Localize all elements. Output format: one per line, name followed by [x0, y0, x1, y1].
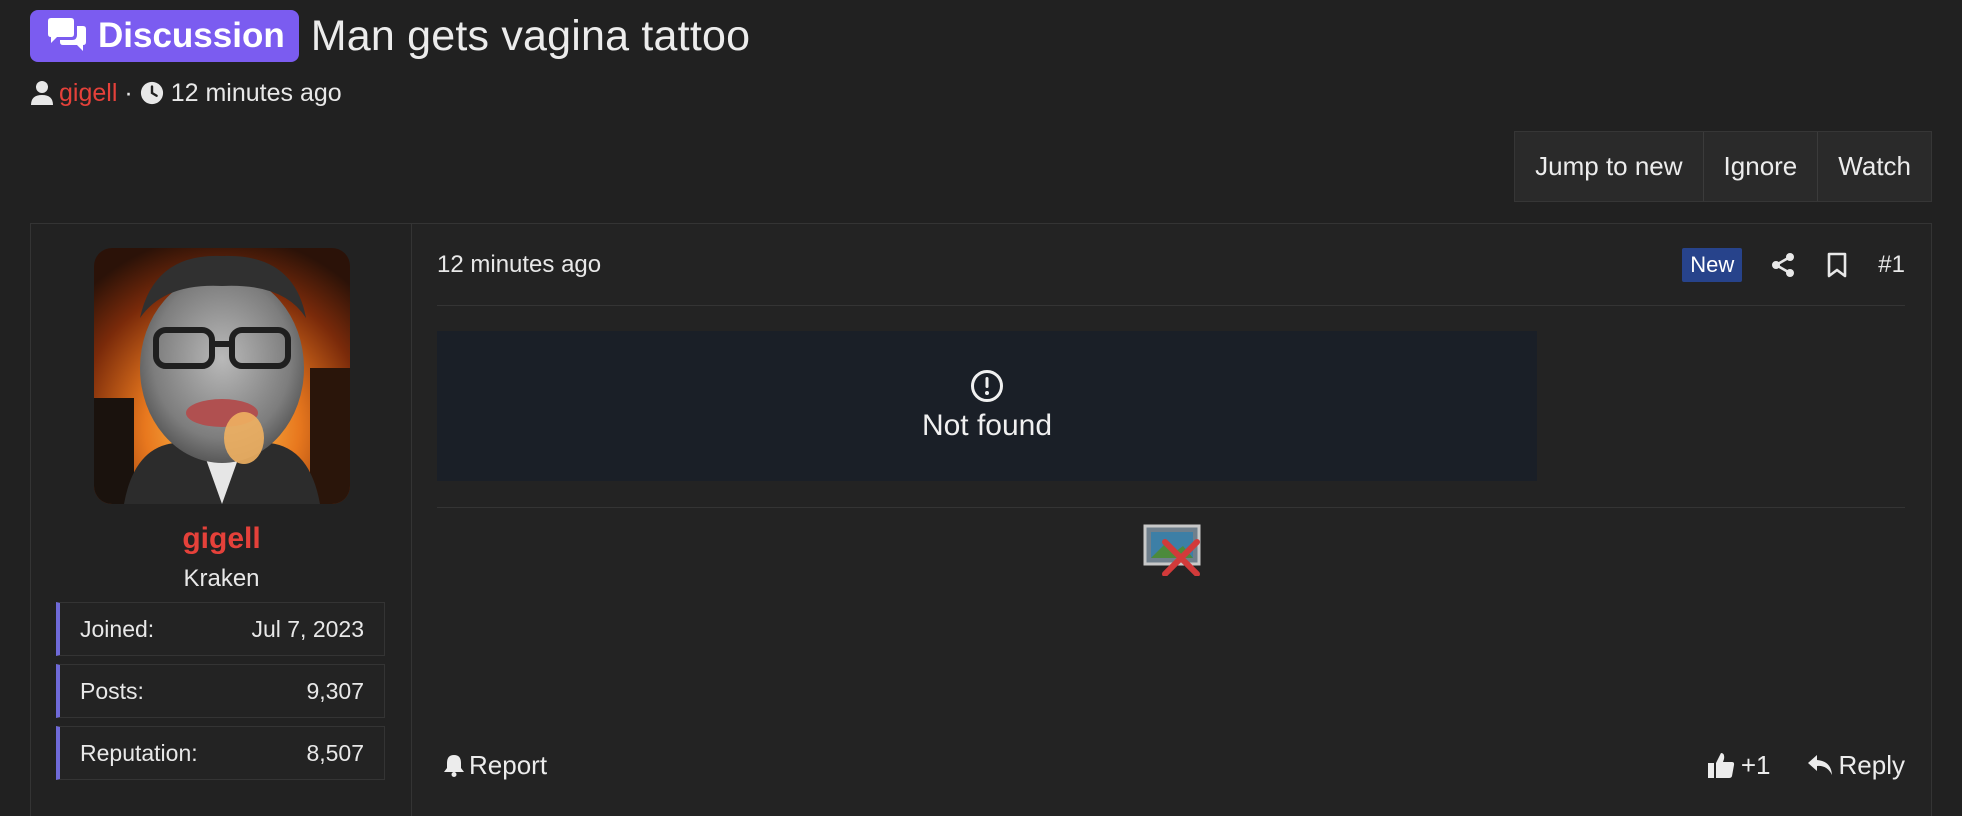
thread-title: Man gets vagina tattoo — [310, 11, 751, 60]
like-button[interactable]: +1 — [1707, 750, 1771, 781]
user-stat-joined: Joined: Jul 7, 2023 — [56, 602, 385, 656]
report-label: Report — [469, 749, 548, 780]
watch-button[interactable]: Watch — [1817, 132, 1931, 201]
new-badge: New — [1682, 247, 1743, 282]
avatar-image — [94, 248, 350, 504]
post-message: gigell Kraken Joined: Jul 7, 2023 Posts:… — [30, 223, 1932, 816]
user-title: Kraken — [183, 565, 260, 592]
share-icon[interactable] — [1768, 250, 1798, 280]
thread-meta: gigell · 12 minutes ago — [30, 78, 342, 108]
prefix-badge[interactable]: Discussion — [30, 10, 299, 62]
clock-icon — [140, 81, 163, 105]
user-stat-reputation: Reputation: 8,507 — [56, 726, 385, 780]
jump-to-new-button[interactable]: Jump to new — [1515, 132, 1703, 201]
post-content: 12 minutes ago New #1 Not found Report +… — [412, 224, 1931, 816]
prefix-label: Discussion — [98, 16, 285, 55]
reply-arrow-icon — [1807, 755, 1832, 775]
ignore-button[interactable]: Ignore — [1702, 132, 1818, 201]
post-time[interactable]: 12 minutes ago — [437, 251, 601, 279]
bookmark-icon[interactable] — [1822, 250, 1852, 280]
post-number-link[interactable]: #1 — [1878, 251, 1905, 279]
post-footer-actions: +1 Reply — [1707, 750, 1905, 781]
exclamation-circle-icon — [971, 370, 1003, 402]
reply-label: Reply — [1838, 749, 1905, 780]
embed-message: Not found — [921, 409, 1053, 442]
broken-image-icon — [1143, 524, 1201, 576]
post-header: 12 minutes ago New #1 — [437, 224, 1905, 306]
stat-value: Jul 7, 2023 — [251, 615, 364, 642]
thread-title-row: Discussion Man gets vagina tattoo — [30, 10, 750, 62]
bell-icon — [444, 755, 464, 777]
post-username[interactable]: gigell — [31, 522, 412, 556]
thread-author-link[interactable]: gigell — [59, 79, 117, 108]
report-button[interactable]: Report — [437, 750, 547, 781]
avatar[interactable] — [94, 248, 350, 504]
reply-button[interactable]: Reply — [1807, 750, 1905, 781]
stat-value: 8,507 — [306, 739, 364, 766]
meta-separator: · — [124, 78, 133, 107]
user-stat-posts: Posts: 9,307 — [56, 664, 385, 718]
thumbs-up-icon — [1707, 753, 1734, 778]
post-footer: Report +1 Reply — [437, 744, 1905, 786]
thread-action-group: Jump to new Ignore Watch — [1514, 131, 1932, 202]
embed-placeholder: Not found — [437, 331, 1537, 481]
post-header-actions: New #1 — [1682, 247, 1905, 282]
thread-time[interactable]: 12 minutes ago — [171, 79, 342, 108]
user-icon — [31, 81, 53, 105]
stat-label: Joined: — [80, 615, 155, 642]
like-count: +1 — [1740, 749, 1771, 780]
chat-bubbles-icon — [48, 18, 86, 51]
content-divider — [437, 507, 1905, 508]
stat-label: Posts: — [80, 677, 144, 704]
stat-label: Reputation: — [80, 739, 198, 766]
stat-value[interactable]: 9,307 — [306, 678, 364, 705]
post-user-cell: gigell Kraken Joined: Jul 7, 2023 Posts:… — [31, 224, 412, 816]
